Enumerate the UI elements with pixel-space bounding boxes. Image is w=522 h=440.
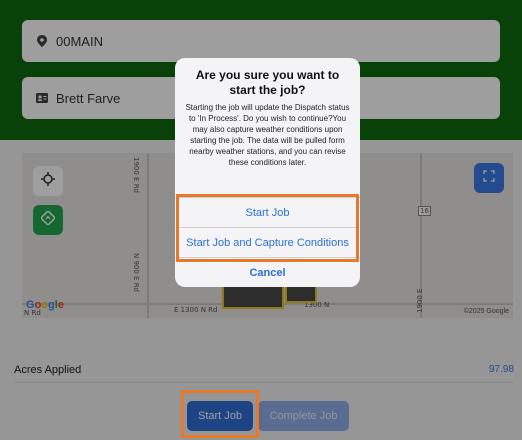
- dialog-message: Starting the job will update the Dispatc…: [185, 103, 350, 167]
- dialog-actions-highlight: [176, 194, 359, 262]
- dialog-title: Are you sure you want to start the job?: [195, 68, 340, 97]
- start-job-highlight: [181, 390, 259, 438]
